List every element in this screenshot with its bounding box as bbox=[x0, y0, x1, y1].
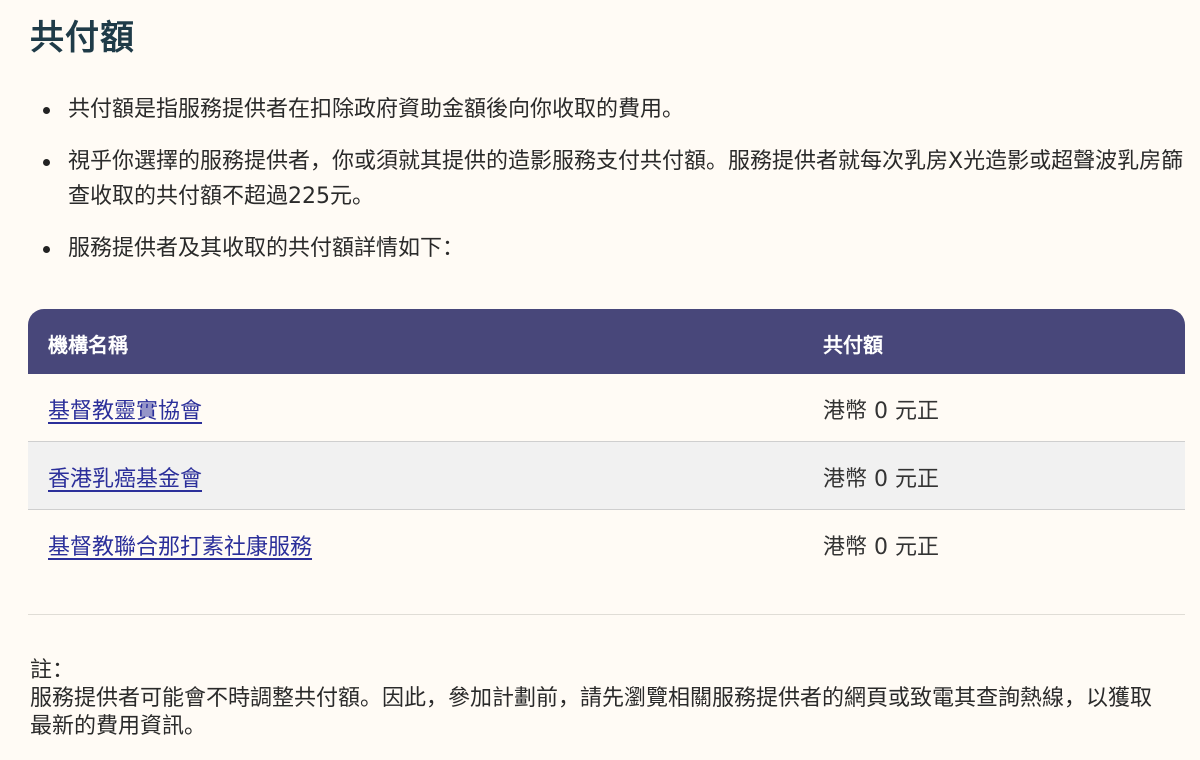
bullet-text: 服務提供者及其收取的共付額詳情如下： bbox=[68, 236, 465, 261]
table-header: 機構名稱 共付額 bbox=[28, 309, 1185, 374]
bullet-dot-icon bbox=[43, 159, 50, 166]
table-row: 香港乳癌基金會 港幣 0 元正 bbox=[28, 442, 1185, 510]
copayment-amount: 港幣 0 元正 bbox=[823, 535, 939, 560]
provider-link[interactable]: 基督教聯合那打素社康服務 bbox=[48, 529, 312, 561]
bullet-dot-icon bbox=[43, 107, 50, 114]
bullet-text: 共付額是指服務提供者在扣除政府資助金額後向你收取的費用。 bbox=[68, 97, 685, 122]
copayment-amount: 港幣 0 元正 bbox=[823, 399, 939, 424]
bullet-item: 服務提供者及其收取的共付額詳情如下： bbox=[0, 231, 1200, 266]
column-header-copayment: 共付額 bbox=[823, 333, 883, 357]
section-divider bbox=[28, 614, 1185, 615]
provider-link[interactable]: 香港乳癌基金會 bbox=[48, 461, 202, 493]
table-row: 基督教聯合那打素社康服務 港幣 0 元正 bbox=[28, 510, 1185, 577]
page-title: 共付額 bbox=[30, 18, 135, 58]
bullet-dot-icon bbox=[43, 246, 50, 253]
table-row: 基督教靈實協會 港幣 0 元正 bbox=[28, 374, 1185, 442]
note-text: 服務提供者可能會不時調整共付額。因此，參加計劃前，請先瀏覽相關服務提供者的網頁或… bbox=[30, 686, 1153, 739]
column-header-provider: 機構名稱 bbox=[48, 333, 128, 357]
bullet-item: 共付額是指服務提供者在扣除政府資助金額後向你收取的費用。 bbox=[0, 92, 1200, 127]
note-section: 註： 服務提供者可能會不時調整共付額。因此，參加計劃前，請先瀏覽相關服務提供者的… bbox=[30, 657, 1170, 741]
copayment-amount: 港幣 0 元正 bbox=[823, 467, 939, 492]
bullet-text: 視乎你選擇的服務提供者，你或須就其提供的造影服務支付共付額。服務提供者就每次乳房… bbox=[68, 149, 1184, 209]
page: 共付額 共付額是指服務提供者在扣除政府資助金額後向你收取的費用。 視乎你選擇的服… bbox=[0, 0, 1200, 760]
note-label: 註： bbox=[30, 658, 75, 683]
provider-link[interactable]: 基督教靈實協會 bbox=[48, 393, 202, 425]
info-bullet-list: 共付額是指服務提供者在扣除政府資助金額後向你收取的費用。 視乎你選擇的服務提供者… bbox=[0, 92, 1200, 266]
copayment-table: 機構名稱 共付額 基督教靈實協會 港幣 0 元正 香港乳癌基金會 港幣 0 元正… bbox=[28, 309, 1185, 577]
bullet-item: 視乎你選擇的服務提供者，你或須就其提供的造影服務支付共付額。服務提供者就每次乳房… bbox=[0, 144, 1200, 214]
